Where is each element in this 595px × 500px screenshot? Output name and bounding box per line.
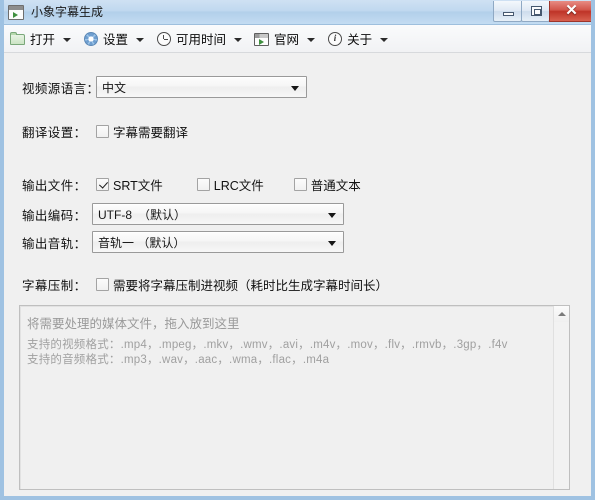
website-icon xyxy=(254,31,270,47)
toolbar-settings-label: 设置 xyxy=(103,33,129,47)
minimize-button[interactable] xyxy=(493,1,522,22)
output-plaintext-label: 普通文本 xyxy=(310,179,361,193)
source-language-value: 中文 xyxy=(102,80,127,95)
chevron-down-icon-settings[interactable] xyxy=(136,37,145,42)
close-icon: ✕ xyxy=(565,2,578,19)
output-plaintext-wrap[interactable]: 普通文本 xyxy=(293,175,361,194)
chevron-down-icon-website[interactable] xyxy=(307,37,316,42)
toolbar-available-time-label: 可用时间 xyxy=(176,33,227,47)
toolbar-website-label: 官网 xyxy=(274,33,300,47)
file-drop-area[interactable]: 将需要处理的媒体文件，拖入放到这里 支持的视频格式：.mp4，.mpeg，.mk… xyxy=(19,305,570,490)
application-window: 小象字幕生成 ✕ 打开 设置 可用时间 官网 i 关于 视频源语言： 中文 翻译… xyxy=(0,0,595,500)
row-output-files: 输出文件： SRT文件 LRC文件 普通文本 xyxy=(22,175,361,194)
output-files-label: 输出文件： xyxy=(22,179,87,193)
title-bar[interactable]: 小象字幕生成 ✕ xyxy=(4,0,591,25)
toolbar-item-available-time[interactable]: 可用时间 xyxy=(153,28,251,50)
output-track-select[interactable]: 音轨一 （默认） xyxy=(92,231,344,253)
translate-checkbox-label: 字幕需要翻译 xyxy=(113,126,189,140)
toolbar-item-open[interactable]: 打开 xyxy=(7,28,80,50)
toolbar-item-website[interactable]: 官网 xyxy=(251,28,324,50)
chevron-down-icon-output-track xyxy=(328,241,336,246)
output-track-value: 音轨一 （默认） xyxy=(98,235,186,250)
source-language-label: 视频源语言： xyxy=(22,81,100,96)
gear-icon xyxy=(83,31,99,47)
output-encoding-select[interactable]: UTF-8 （默认） xyxy=(92,203,344,225)
row-source-language: 视频源语言： 中文 xyxy=(22,76,307,98)
chevron-down-icon-source-language xyxy=(291,86,299,91)
row-translate-settings: 翻译设置： 字幕需要翻译 xyxy=(22,122,188,141)
burn-in-label: 字幕压制： xyxy=(22,279,87,293)
supported-video-formats: 支持的视频格式：.mp4，.mpeg，.mkv，.wmv，.avi，.m4v，.… xyxy=(27,339,508,351)
output-plaintext-checkbox[interactable] xyxy=(293,178,307,191)
translate-checkbox[interactable] xyxy=(96,125,109,138)
app-window-icon xyxy=(8,4,24,20)
burn-in-checkbox[interactable] xyxy=(96,278,109,291)
output-srt-label: SRT文件 xyxy=(113,179,163,193)
scroll-up-icon[interactable] xyxy=(554,306,569,322)
output-srt-wrap[interactable]: SRT文件 xyxy=(96,175,163,194)
translate-settings-label: 翻译设置： xyxy=(22,126,87,140)
toolbar-about-label: 关于 xyxy=(347,33,373,47)
burn-in-checkbox-label: 需要将字幕压制进视频（耗时比生成字幕时间长） xyxy=(113,279,389,293)
source-language-select[interactable]: 中文 xyxy=(96,76,307,98)
row-output-track: 输出音轨： 音轨一 （默认） xyxy=(22,231,344,253)
burn-in-checkbox-wrap[interactable]: 需要将字幕压制进视频（耗时比生成字幕时间长） xyxy=(96,275,388,294)
close-button[interactable]: ✕ xyxy=(549,1,591,22)
settings-form: 视频源语言： 中文 翻译设置： 字幕需要翻译 输出文件： SRT文件 LRC文件… xyxy=(4,54,591,298)
chevron-down-icon-open[interactable] xyxy=(63,37,72,42)
output-track-label: 输出音轨： xyxy=(22,236,87,251)
toolbar-item-settings[interactable]: 设置 xyxy=(80,28,153,50)
supported-audio-formats: 支持的音频格式：.mp3，.wav，.aac，.wma，.flac，.m4a xyxy=(27,354,330,366)
maximize-button[interactable] xyxy=(521,1,550,22)
chevron-down-icon-about[interactable] xyxy=(380,37,389,42)
title-bar-left: 小象字幕生成 xyxy=(8,4,103,20)
folder-open-icon xyxy=(10,31,26,47)
window-controls: ✕ xyxy=(493,1,591,22)
toolbar-open-label: 打开 xyxy=(30,33,56,47)
drop-area-hint: 将需要处理的媒体文件，拖入放到这里 xyxy=(27,317,240,331)
output-lrc-label: LRC文件 xyxy=(213,179,264,193)
output-lrc-checkbox[interactable] xyxy=(196,178,210,191)
row-output-encoding: 输出编码： UTF-8 （默认） xyxy=(22,203,344,225)
info-icon: i xyxy=(327,31,343,47)
row-burn-in: 字幕压制： 需要将字幕压制进视频（耗时比生成字幕时间长） xyxy=(22,275,388,294)
drop-area-formats: 支持的视频格式：.mp4，.mpeg，.mkv，.wmv，.avi，.m4v，.… xyxy=(27,338,508,368)
toolbar: 打开 设置 可用时间 官网 i 关于 xyxy=(4,25,591,53)
output-encoding-value: UTF-8 （默认） xyxy=(98,207,186,222)
toolbar-item-about[interactable]: i 关于 xyxy=(324,28,397,50)
chevron-down-icon-output-encoding xyxy=(328,213,336,218)
minimize-icon xyxy=(503,12,514,16)
maximize-icon xyxy=(531,6,542,16)
output-lrc-wrap[interactable]: LRC文件 xyxy=(196,175,264,194)
translate-checkbox-wrap[interactable]: 字幕需要翻译 xyxy=(96,122,188,141)
window-title: 小象字幕生成 xyxy=(31,5,104,19)
clock-icon xyxy=(156,31,172,47)
drop-area-scrollbar[interactable] xyxy=(553,306,569,489)
output-srt-checkbox[interactable] xyxy=(96,178,109,191)
output-encoding-label: 输出编码： xyxy=(22,208,87,223)
chevron-down-icon-available-time[interactable] xyxy=(234,37,243,42)
